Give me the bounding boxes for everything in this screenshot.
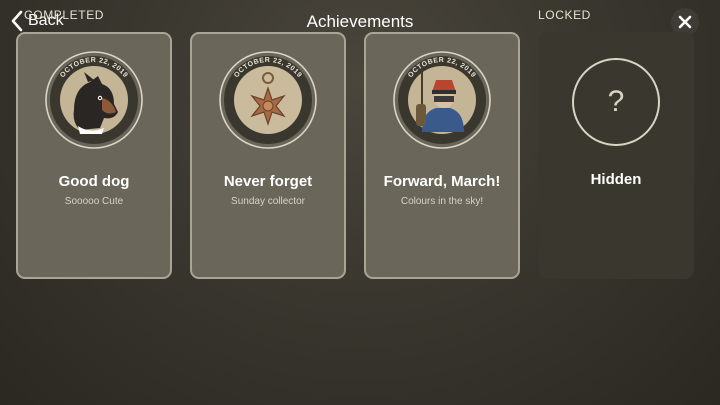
question-mark-icon: ?	[572, 58, 660, 146]
achievement-title: Hidden	[590, 171, 642, 188]
close-icon	[678, 15, 692, 29]
achievement-medal: OCTOBER 22, 2019	[392, 48, 492, 149]
achievement-card-hidden[interactable]: ? Hidden	[538, 32, 694, 279]
top-bar: Back COMPLETED Achievements LOCKED	[0, 0, 720, 36]
achievement-subtitle: Sooooo Cute	[64, 196, 124, 207]
achievement-card-good-dog[interactable]: OCTOBER 22, 2019 Good dog Sooooo Cute	[16, 32, 172, 279]
page-title: Achievements	[306, 12, 414, 31]
achievement-title: Forward, March!	[383, 173, 501, 190]
achievement-card-never-forget[interactable]: OCTOBER 22, 2019 Never forget Sunday col…	[190, 32, 346, 279]
achievement-medal: OCTOBER 22, 2019	[218, 48, 318, 149]
achievement-subtitle: Colours in the sky!	[400, 196, 484, 207]
achievement-subtitle: Sunday collector	[231, 196, 305, 207]
achievement-title: Never forget	[223, 173, 313, 190]
achievement-medal: OCTOBER 22, 2019	[44, 48, 144, 149]
locked-section-label: LOCKED	[538, 8, 591, 22]
achievement-title: Good dog	[58, 173, 130, 190]
achievement-card-forward-march[interactable]: OCTOBER 22, 2019 Forward, March! Colours…	[364, 32, 520, 279]
